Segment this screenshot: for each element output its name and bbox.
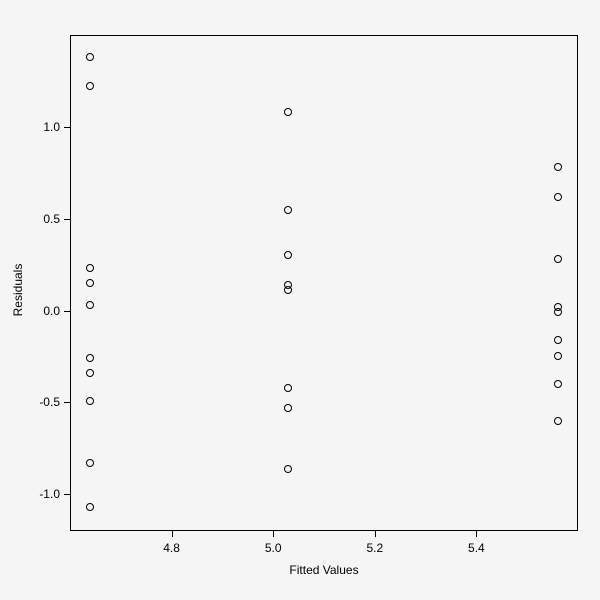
y-tick — [64, 311, 70, 312]
data-point — [554, 352, 562, 360]
y-tick — [64, 127, 70, 128]
data-point — [284, 286, 292, 294]
y-tick — [64, 494, 70, 495]
x-tick — [375, 531, 376, 537]
data-point — [554, 380, 562, 388]
data-point — [86, 53, 94, 61]
y-tick-label: 0.5 — [30, 212, 60, 226]
data-point — [86, 459, 94, 467]
data-point — [86, 503, 94, 511]
data-point — [284, 404, 292, 412]
data-point — [554, 308, 562, 316]
y-tick — [64, 402, 70, 403]
y-tick-label: -0.5 — [30, 395, 60, 409]
data-point — [284, 251, 292, 259]
data-point — [86, 264, 94, 272]
data-point — [86, 82, 94, 90]
data-point — [86, 279, 94, 287]
x-tick-label: 4.8 — [152, 541, 192, 555]
y-tick-label: 0.0 — [30, 304, 60, 318]
data-point — [86, 301, 94, 309]
data-point — [284, 465, 292, 473]
y-axis-title: Residuals — [11, 230, 25, 350]
data-point — [86, 354, 94, 362]
x-tick — [273, 531, 274, 537]
plot-area — [70, 35, 578, 531]
x-tick-label: 5.4 — [456, 541, 496, 555]
data-point — [284, 108, 292, 116]
data-point — [86, 369, 94, 377]
x-tick-label: 5.0 — [253, 541, 293, 555]
y-tick-label: 1.0 — [30, 120, 60, 134]
x-tick-label: 5.2 — [355, 541, 395, 555]
chart-container: Fitted Values Residuals 4.8 5.0 5.2 5.4 -1.0… — [0, 0, 600, 600]
data-point — [284, 384, 292, 392]
data-point — [554, 255, 562, 263]
data-point — [554, 417, 562, 425]
y-tick — [64, 219, 70, 220]
x-tick — [172, 531, 173, 537]
data-point — [86, 397, 94, 405]
data-point — [554, 193, 562, 201]
x-tick — [476, 531, 477, 537]
x-axis-title: Fitted Values — [264, 563, 384, 577]
data-point — [284, 206, 292, 214]
y-tick-label: -1.0 — [30, 487, 60, 501]
data-point — [554, 163, 562, 171]
data-point — [554, 336, 562, 344]
